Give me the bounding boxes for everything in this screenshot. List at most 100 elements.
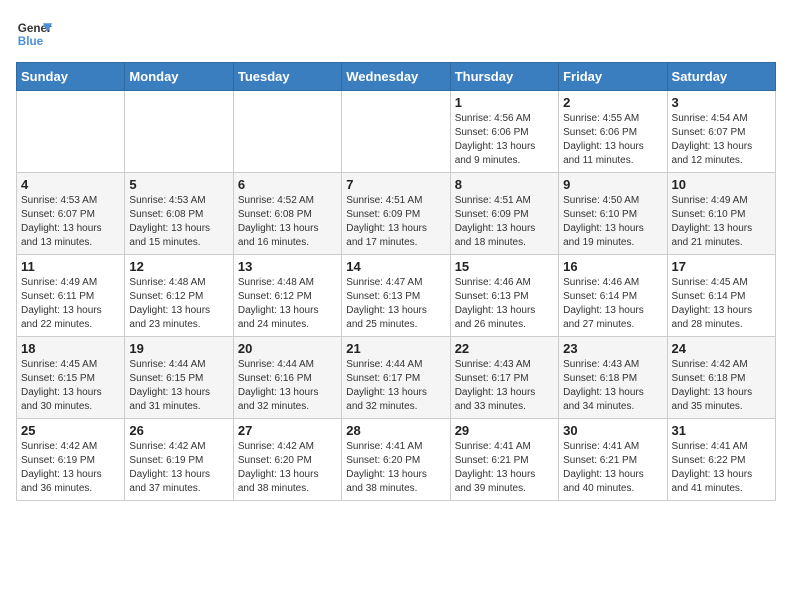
calendar-cell: 2 Sunrise: 4:55 AM Sunset: 6:06 PM Daylig… [559, 91, 667, 173]
day-header-monday: Monday [125, 63, 233, 91]
calendar-cell: 22 Sunrise: 4:43 AM Sunset: 6:17 PM Dayli… [450, 337, 558, 419]
day-info: Sunrise: 4:41 AM Sunset: 6:20 PM Dayligh… [346, 440, 445, 496]
day-info: Sunrise: 4:51 AM Sunset: 6:09 PM Dayligh… [455, 194, 554, 250]
day-info: Sunrise: 4:42 AM Sunset: 6:19 PM Dayligh… [129, 440, 228, 496]
day-info: Sunrise: 4:43 AM Sunset: 6:18 PM Dayligh… [563, 358, 662, 414]
day-number: 20 [238, 341, 337, 356]
calendar-cell: 25 Sunrise: 4:42 AM Sunset: 6:19 PM Dayli… [17, 419, 125, 501]
calendar-cell: 20 Sunrise: 4:44 AM Sunset: 6:16 PM Dayli… [233, 337, 341, 419]
day-info: Sunrise: 4:48 AM Sunset: 6:12 PM Dayligh… [238, 276, 337, 332]
calendar-cell: 23 Sunrise: 4:43 AM Sunset: 6:18 PM Dayli… [559, 337, 667, 419]
day-number: 3 [672, 95, 771, 110]
day-info: Sunrise: 4:41 AM Sunset: 6:22 PM Dayligh… [672, 440, 771, 496]
calendar-week-1: 1 Sunrise: 4:56 AM Sunset: 6:06 PM Daylig… [17, 91, 776, 173]
calendar-cell: 19Sunrise: 4:44 AM Sunset: 6:15 PM Dayli… [125, 337, 233, 419]
day-number: 12 [129, 259, 228, 274]
calendar-cell: 17Sunrise: 4:45 AM Sunset: 6:14 PM Dayli… [667, 255, 775, 337]
day-number: 21 [346, 341, 445, 356]
logo: General Blue [16, 16, 52, 52]
day-number: 13 [238, 259, 337, 274]
calendar-cell: 11 Sunrise: 4:49 AM Sunset: 6:11 PM Dayli… [17, 255, 125, 337]
calendar-cell: 31 Sunrise: 4:41 AM Sunset: 6:22 PM Dayli… [667, 419, 775, 501]
day-info: Sunrise: 4:43 AM Sunset: 6:17 PM Dayligh… [455, 358, 554, 414]
calendar-cell: 27 Sunrise: 4:42 AM Sunset: 6:20 PM Dayli… [233, 419, 341, 501]
day-header-wednesday: Wednesday [342, 63, 450, 91]
day-info: Sunrise: 4:48 AM Sunset: 6:12 PM Dayligh… [129, 276, 228, 332]
calendar-cell: 15 Sunrise: 4:46 AM Sunset: 6:13 PM Dayli… [450, 255, 558, 337]
calendar-cell: 4 Sunrise: 4:53 AM Sunset: 6:07 PM Daylig… [17, 173, 125, 255]
calendar-week-5: 25 Sunrise: 4:42 AM Sunset: 6:19 PM Dayli… [17, 419, 776, 501]
day-info: Sunrise: 4:50 AM Sunset: 6:10 PM Dayligh… [563, 194, 662, 250]
day-info: Sunrise: 4:53 AM Sunset: 6:07 PM Dayligh… [21, 194, 120, 250]
day-info: Sunrise: 4:42 AM Sunset: 6:18 PM Dayligh… [672, 358, 771, 414]
day-header-sunday: Sunday [17, 63, 125, 91]
day-number: 1 [455, 95, 554, 110]
day-number: 15 [455, 259, 554, 274]
day-number: 6 [238, 177, 337, 192]
calendar-cell [17, 91, 125, 173]
day-info: Sunrise: 4:46 AM Sunset: 6:13 PM Dayligh… [455, 276, 554, 332]
calendar-cell [125, 91, 233, 173]
day-number: 2 [563, 95, 662, 110]
calendar-week-4: 18 Sunrise: 4:45 AM Sunset: 6:15 PM Dayli… [17, 337, 776, 419]
calendar-cell: 9Sunrise: 4:50 AM Sunset: 6:10 PM Daylig… [559, 173, 667, 255]
day-number: 11 [21, 259, 120, 274]
day-number: 4 [21, 177, 120, 192]
calendar-cell: 6 Sunrise: 4:52 AM Sunset: 6:08 PM Daylig… [233, 173, 341, 255]
day-number: 26 [129, 423, 228, 438]
day-number: 14 [346, 259, 445, 274]
day-info: Sunrise: 4:41 AM Sunset: 6:21 PM Dayligh… [563, 440, 662, 496]
calendar-cell: 5Sunrise: 4:53 AM Sunset: 6:08 PM Daylig… [125, 173, 233, 255]
calendar-cell: 12 Sunrise: 4:48 AM Sunset: 6:12 PM Dayli… [125, 255, 233, 337]
calendar-cell [342, 91, 450, 173]
day-info: Sunrise: 4:55 AM Sunset: 6:06 PM Dayligh… [563, 112, 662, 168]
day-info: Sunrise: 4:44 AM Sunset: 6:17 PM Dayligh… [346, 358, 445, 414]
calendar-cell: 26 Sunrise: 4:42 AM Sunset: 6:19 PM Dayli… [125, 419, 233, 501]
day-info: Sunrise: 4:42 AM Sunset: 6:20 PM Dayligh… [238, 440, 337, 496]
day-info: Sunrise: 4:44 AM Sunset: 6:16 PM Dayligh… [238, 358, 337, 414]
day-number: 31 [672, 423, 771, 438]
day-info: Sunrise: 4:46 AM Sunset: 6:14 PM Dayligh… [563, 276, 662, 332]
day-info: Sunrise: 4:52 AM Sunset: 6:08 PM Dayligh… [238, 194, 337, 250]
calendar-cell: 7 Sunrise: 4:51 AM Sunset: 6:09 PM Daylig… [342, 173, 450, 255]
day-info: Sunrise: 4:53 AM Sunset: 6:08 PM Dayligh… [129, 194, 228, 250]
logo-icon: General Blue [16, 16, 52, 52]
calendar-cell: 14 Sunrise: 4:47 AM Sunset: 6:13 PM Dayli… [342, 255, 450, 337]
day-number: 24 [672, 341, 771, 356]
day-info: Sunrise: 4:41 AM Sunset: 6:21 PM Dayligh… [455, 440, 554, 496]
day-header-tuesday: Tuesday [233, 63, 341, 91]
day-number: 29 [455, 423, 554, 438]
day-number: 28 [346, 423, 445, 438]
day-number: 7 [346, 177, 445, 192]
calendar-cell [233, 91, 341, 173]
day-info: Sunrise: 4:47 AM Sunset: 6:13 PM Dayligh… [346, 276, 445, 332]
calendar-cell: 3Sunrise: 4:54 AM Sunset: 6:07 PM Daylig… [667, 91, 775, 173]
day-info: Sunrise: 4:56 AM Sunset: 6:06 PM Dayligh… [455, 112, 554, 168]
calendar-cell: 1 Sunrise: 4:56 AM Sunset: 6:06 PM Daylig… [450, 91, 558, 173]
day-number: 18 [21, 341, 120, 356]
calendar-cell: 18 Sunrise: 4:45 AM Sunset: 6:15 PM Dayli… [17, 337, 125, 419]
day-info: Sunrise: 4:45 AM Sunset: 6:15 PM Dayligh… [21, 358, 120, 414]
calendar-cell: 8 Sunrise: 4:51 AM Sunset: 6:09 PM Daylig… [450, 173, 558, 255]
day-number: 23 [563, 341, 662, 356]
calendar-header-row: SundayMondayTuesdayWednesdayThursdayFrid… [17, 63, 776, 91]
day-number: 10 [672, 177, 771, 192]
page-header: General Blue [16, 16, 776, 52]
day-info: Sunrise: 4:44 AM Sunset: 6:15 PM Dayligh… [129, 358, 228, 414]
calendar-cell: 24 Sunrise: 4:42 AM Sunset: 6:18 PM Dayli… [667, 337, 775, 419]
calendar-cell: 16 Sunrise: 4:46 AM Sunset: 6:14 PM Dayli… [559, 255, 667, 337]
day-info: Sunrise: 4:51 AM Sunset: 6:09 PM Dayligh… [346, 194, 445, 250]
calendar-cell: 29 Sunrise: 4:41 AM Sunset: 6:21 PM Dayli… [450, 419, 558, 501]
calendar-table: SundayMondayTuesdayWednesdayThursdayFrid… [16, 62, 776, 501]
day-number: 27 [238, 423, 337, 438]
calendar-cell: 10Sunrise: 4:49 AM Sunset: 6:10 PM Dayli… [667, 173, 775, 255]
day-number: 25 [21, 423, 120, 438]
day-header-friday: Friday [559, 63, 667, 91]
calendar-cell: 13 Sunrise: 4:48 AM Sunset: 6:12 PM Dayli… [233, 255, 341, 337]
day-number: 30 [563, 423, 662, 438]
day-number: 16 [563, 259, 662, 274]
day-number: 22 [455, 341, 554, 356]
day-info: Sunrise: 4:42 AM Sunset: 6:19 PM Dayligh… [21, 440, 120, 496]
day-info: Sunrise: 4:49 AM Sunset: 6:11 PM Dayligh… [21, 276, 120, 332]
day-number: 8 [455, 177, 554, 192]
